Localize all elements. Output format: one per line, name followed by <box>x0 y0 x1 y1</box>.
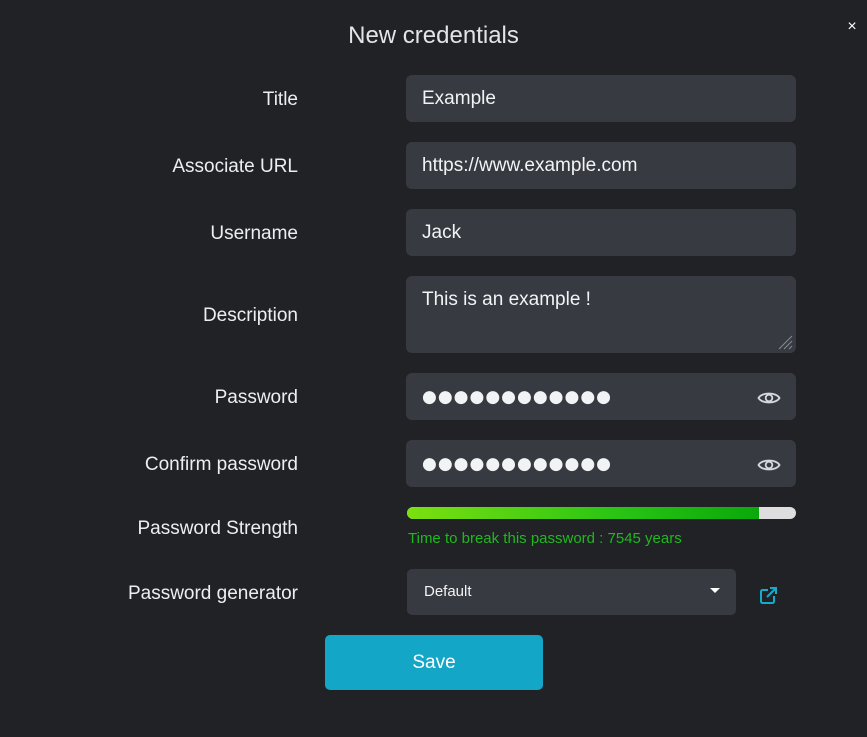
password-input[interactable] <box>406 373 796 420</box>
title-label: Title <box>262 89 298 110</box>
confirm-password-input[interactable] <box>406 440 796 487</box>
confirm-password-label: Confirm password <box>144 454 298 475</box>
url-label: Associate URL <box>172 156 298 177</box>
username-label: Username <box>210 223 298 244</box>
dialog-title: New credentials <box>348 22 519 49</box>
password-strength-label: Password Strength <box>137 518 298 539</box>
caret-down-icon <box>710 588 720 593</box>
password-label: Password <box>214 387 298 408</box>
password-generator-value: Default <box>424 583 472 600</box>
description-textarea[interactable]: This is an example ! <box>406 276 796 353</box>
password-strength-fill <box>407 507 760 519</box>
new-credentials-dialog: New credentials × Title Associate URL Us… <box>0 0 867 737</box>
external-link-icon[interactable] <box>759 586 778 605</box>
url-input[interactable] <box>406 142 796 189</box>
close-button[interactable]: × <box>842 17 862 37</box>
resize-grip-icon[interactable] <box>776 333 793 350</box>
eye-icon[interactable] <box>757 457 781 473</box>
password-generator-select[interactable]: Default <box>407 569 736 615</box>
description-label: Description <box>202 305 298 326</box>
username-input[interactable] <box>406 209 796 256</box>
password-strength-text: Time to break this password : 7545 years <box>408 530 682 547</box>
password-generator-label: Password generator <box>127 583 298 604</box>
eye-icon[interactable] <box>757 390 781 406</box>
title-input[interactable] <box>406 75 796 122</box>
password-strength-bar <box>407 507 796 519</box>
save-button[interactable]: Save <box>325 635 543 690</box>
